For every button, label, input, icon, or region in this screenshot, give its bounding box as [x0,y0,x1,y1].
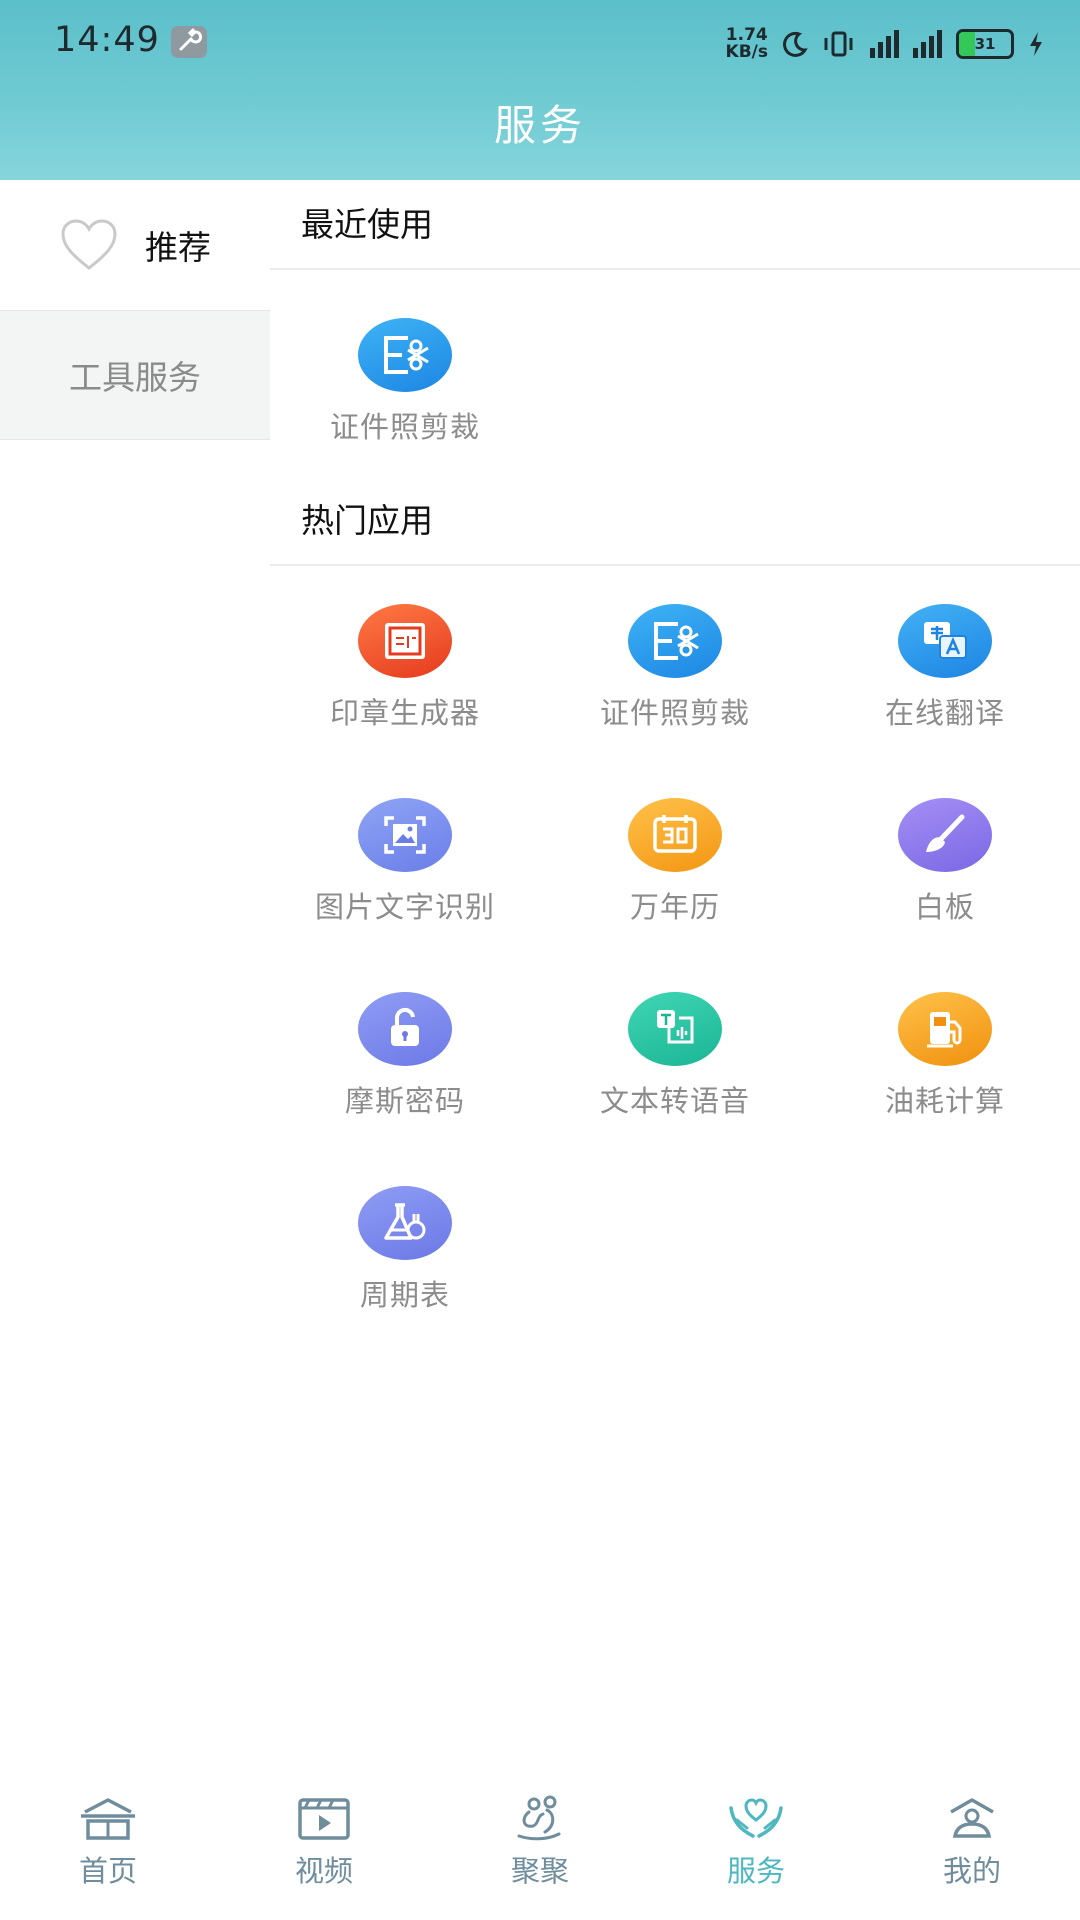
nav-item-video[interactable]: 视频 [216,1780,432,1920]
app-tile-periodic-table[interactable]: 周期表 [270,1186,540,1336]
id-photo-crop-icon [358,318,452,392]
sidebar-item-label: 推荐 [145,228,211,267]
brush-icon [898,798,992,872]
app-tile-id-photo-crop[interactable]: 证件照剪裁 [540,604,810,754]
profile-icon [950,1798,994,1838]
translate-icon [898,604,992,678]
text-to-speech-icon [628,992,722,1066]
service-hands-heart-icon [729,1798,783,1838]
app-label: 白板 [914,890,975,924]
nav-item-service[interactable]: 服务 [648,1780,864,1920]
nav-label: 首页 [78,1854,137,1888]
signal-icon-2 [913,30,942,58]
app-tile-text-to-speech[interactable]: 文本转语音 [540,992,810,1142]
nav-item-profile[interactable]: 我的 [864,1780,1080,1920]
network-speed: 1.74 KB/s [725,25,768,62]
wrench-icon [171,26,207,58]
app-label: 图片文字识别 [314,890,495,924]
id-photo-crop-icon [628,604,722,678]
bottom-navigation: 首页 视频 聚聚 服务 我的 [0,1780,1080,1920]
app-header: 14:49 1.74 KB/s 31 服务 [0,0,1080,180]
app-label: 摩斯密码 [344,1084,465,1118]
app-label: 证件照剪裁 [599,696,750,730]
app-tile-whiteboard[interactable]: 白板 [810,798,1080,948]
sidebar-item-label: 工具服务 [69,358,201,397]
nav-item-home[interactable]: 首页 [0,1780,216,1920]
category-sidebar: 推荐 工具服务 [0,180,270,440]
status-time: 14:49 [54,20,160,60]
section-title-hot: 热门应用 [270,476,1080,566]
app-label: 在线翻译 [884,696,1005,730]
app-label: 证件照剪裁 [329,410,480,444]
battery-icon: 31 [956,29,1014,59]
home-icon [81,1798,135,1840]
vibrate-icon [824,31,853,57]
nav-item-gathering[interactable]: 聚聚 [432,1780,648,1920]
image-ocr-icon [358,798,452,872]
app-tile-fuel-calculator[interactable]: 油耗计算 [810,992,1080,1142]
page-title: 服务 [493,101,586,150]
app-tile-id-photo-crop-recent[interactable]: 证件照剪裁 [270,318,540,468]
sidebar-item-tool-services[interactable]: 工具服务 [0,310,270,440]
app-label: 万年历 [629,890,720,924]
video-icon [298,1798,350,1840]
gathering-icon [517,1795,561,1841]
flask-icon [358,1186,452,1260]
fuel-icon [898,992,992,1066]
lock-icon [358,992,452,1066]
app-label: 周期表 [359,1278,450,1312]
app-label: 文本转语音 [599,1084,750,1118]
seal-icon [358,604,452,678]
moon-icon [783,31,808,57]
nav-label: 视频 [294,1854,353,1888]
charging-icon [1030,32,1042,56]
nav-label: 服务 [726,1854,785,1888]
sidebar-item-recommend[interactable]: 推荐 [0,180,270,310]
section-title-recent: 最近使用 [270,180,1080,270]
signal-icon [870,30,899,58]
app-label: 油耗计算 [884,1084,1005,1118]
nav-label: 聚聚 [510,1854,569,1888]
app-tile-image-ocr[interactable]: 图片文字识别 [270,798,540,948]
app-tile-morse-code[interactable]: 摩斯密码 [270,992,540,1142]
status-icons: 1.74 KB/s 31 [726,24,1044,64]
app-tile-calendar[interactable]: 万年历 [540,798,810,948]
app-label: 印章生成器 [329,696,480,730]
heart-icon [61,219,117,270]
app-tile-seal-generator[interactable]: 印章生成器 [270,604,540,754]
app-tile-online-translate[interactable]: 在线翻译 [810,604,1080,754]
nav-label: 我的 [942,1854,1001,1888]
calendar-icon [628,798,722,872]
